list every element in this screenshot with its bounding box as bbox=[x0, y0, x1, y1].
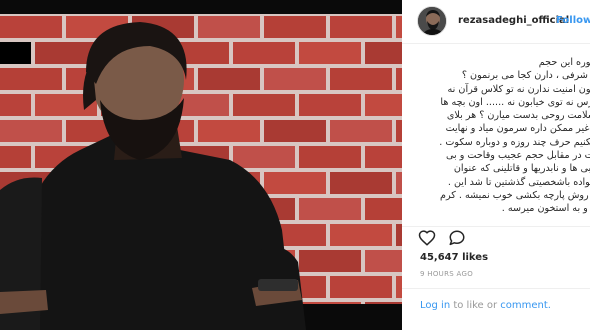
username-link[interactable]: rezasadeghi_official bbox=[458, 15, 569, 26]
caption-line: س درس نه توی خیابون نه ...... اون بچه ها bbox=[440, 96, 590, 108]
post-panel: rezasadeghi_official Follow از تصوره این… bbox=[402, 0, 590, 330]
comment-link[interactable]: comment. bbox=[500, 300, 551, 311]
like-count[interactable]: 45,647 likes bbox=[420, 252, 488, 263]
login-middle-text: to like or bbox=[450, 300, 501, 311]
post-header: rezasadeghi_official Follow bbox=[402, 0, 590, 44]
post-timestamp[interactable]: 9 HOURS AGO bbox=[420, 270, 473, 278]
caption-line: سکوت در مقابل حجم عجیب وقاحت و بی bbox=[446, 150, 590, 162]
follow-button[interactable]: Follow bbox=[556, 15, 590, 26]
caption-line: میزنه و به استخون میرسه . bbox=[501, 203, 590, 215]
comment-icon[interactable] bbox=[448, 229, 466, 247]
heart-icon[interactable] bbox=[418, 229, 436, 247]
post-caption: از تصوره این حجم از بی شرفی ، دارن کجا می… bbox=[402, 56, 590, 226]
post-actions bbox=[402, 226, 590, 246]
caption-line: ی که روش پارچه بکشی خوب نمیشه . کرم bbox=[440, 189, 590, 201]
login-prompt: Log in to like or comment. bbox=[402, 288, 590, 330]
caption-line: از تصوره این حجم bbox=[538, 57, 590, 68]
login-prompt-text: Log in to like or comment. bbox=[420, 300, 551, 311]
caption-line: که میکنیم حرف چند روزه و دوباره سکوت . bbox=[439, 136, 590, 148]
caption-line: از مربی ها و نابدریها و قاتلینی که عنوان bbox=[453, 163, 590, 175]
man-in-black-shirt bbox=[0, 22, 306, 330]
caption-line: کن و غیر ممکن داره سرمون میاد و نهایت bbox=[445, 123, 590, 135]
caption-line: از بی شرفی ، دارن کجا می برنمون ؟ bbox=[461, 70, 590, 82]
post-image[interactable] bbox=[0, 0, 402, 330]
caption-line: از خانواده باشخصیتی گذشتین تا شد این . bbox=[447, 176, 590, 188]
caption-line: ه هامون امنیت ندارن نه تو کلاس قرآن نه bbox=[447, 83, 590, 95]
login-link[interactable]: Log in bbox=[420, 300, 450, 311]
caption-line: یگه سلامت روحی بدست میارن ؟ هر بلای bbox=[446, 110, 590, 122]
profile-avatar[interactable] bbox=[417, 6, 447, 36]
